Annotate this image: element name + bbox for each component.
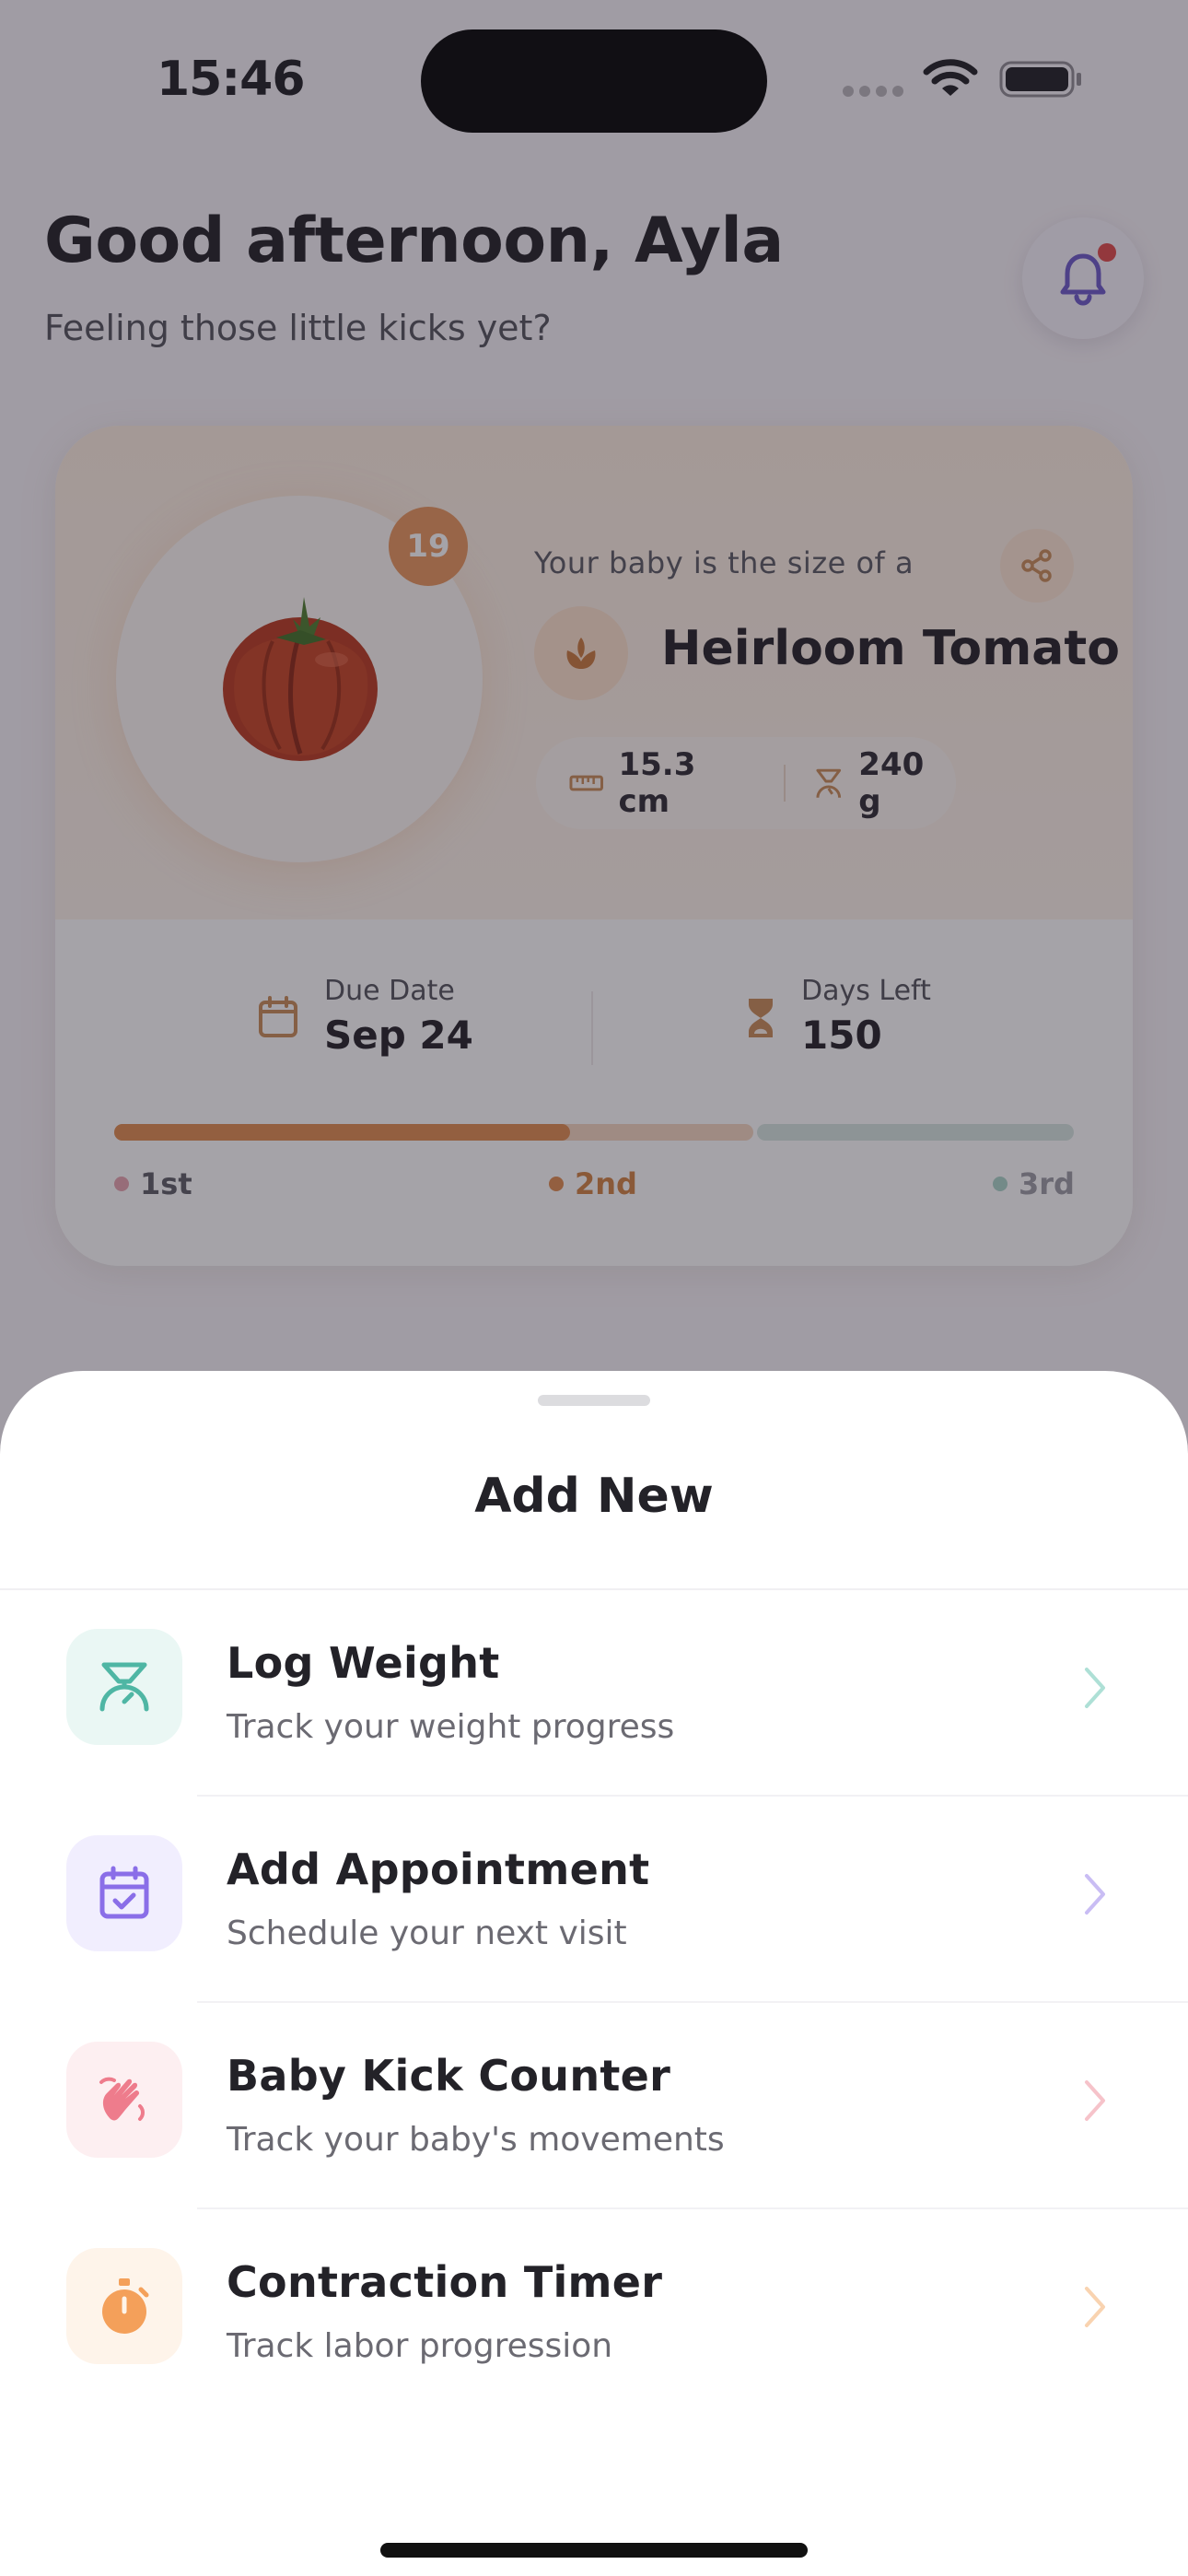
- chevron-right-icon: [1085, 1874, 1105, 1914]
- add-appointment-option[interactable]: Add Appointment Schedule your next visit: [0, 1797, 1188, 2003]
- log-weight-option[interactable]: Log Weight Track your weight progress: [0, 1590, 1188, 1797]
- baby-kick-counter-icon-box: [66, 2042, 182, 2158]
- add-appointment-subtitle: Schedule your next visit: [227, 1914, 627, 1952]
- chevron-right-icon: [1085, 2287, 1105, 2327]
- log-weight-subtitle: Track your weight progress: [227, 1708, 675, 1746]
- contraction-timer-icon-box: [66, 2248, 182, 2364]
- stopwatch-icon: [102, 2278, 149, 2334]
- baby-kick-counter-option[interactable]: Baby Kick Counter Track your baby's move…: [0, 2003, 1188, 2209]
- calendar-check-icon: [99, 1866, 149, 1919]
- baby-kick-counter-subtitle: Track your baby's movements: [227, 2121, 725, 2159]
- add-appointment-icon-box: [66, 1835, 182, 1951]
- home-indicator[interactable]: [380, 2543, 808, 2558]
- sheet-grabber[interactable]: [538, 1395, 650, 1406]
- chevron-right-icon: [1085, 2080, 1105, 2121]
- sheet-title: Add New: [474, 1469, 714, 1524]
- chevron-right-icon: [1085, 1668, 1105, 1708]
- contraction-timer-title: Contraction Timer: [227, 2257, 663, 2307]
- add-appointment-title: Add Appointment: [227, 1844, 650, 1894]
- contraction-timer-subtitle: Track labor progression: [227, 2327, 613, 2365]
- log-weight-icon-box: [66, 1629, 182, 1745]
- scale-icon: [99, 1662, 149, 1712]
- baby-kick-counter-title: Baby Kick Counter: [227, 2051, 671, 2101]
- log-weight-title: Log Weight: [227, 1638, 500, 1688]
- add-new-sheet: Add New Log Weight Track your weight pro…: [0, 1371, 1188, 2576]
- contraction-timer-option[interactable]: Contraction Timer Track labor progressio…: [0, 2209, 1188, 2416]
- hand-wave-icon: [99, 2077, 145, 2121]
